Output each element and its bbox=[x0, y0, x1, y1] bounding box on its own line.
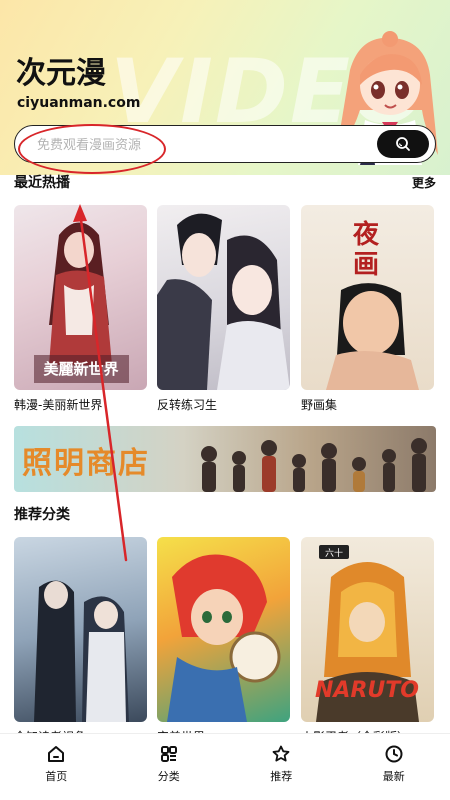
svg-text:NARUTO: NARUTO bbox=[315, 678, 419, 703]
cover-art bbox=[157, 213, 290, 390]
nav-label: 最新 bbox=[382, 770, 405, 783]
app-title: 次元漫 bbox=[16, 56, 106, 91]
cover-art: 六十 NARUTO bbox=[315, 545, 419, 722]
comic-title: 韩漫-美丽新世界 bbox=[14, 398, 103, 412]
comic-card[interactable]: 全知读者视角 bbox=[14, 537, 147, 745]
nav-item-latest[interactable]: 最新 bbox=[349, 734, 439, 800]
search-input[interactable] bbox=[37, 135, 357, 155]
more-link[interactable]: 更多 bbox=[412, 174, 436, 191]
nav-label: 分类 bbox=[157, 770, 180, 783]
comic-cover: 六十 NARUTO bbox=[301, 537, 434, 722]
nav-item-category[interactable]: 分类 bbox=[124, 734, 214, 800]
comic-cover bbox=[14, 537, 147, 722]
comic-card[interactable]: 夜 画 野画集 bbox=[301, 205, 434, 413]
section-title-recommend: 推荐分类 bbox=[14, 507, 70, 523]
cover-art: 夜 画 bbox=[326, 219, 419, 390]
nav-label: 推荐 bbox=[270, 770, 293, 783]
search-bar bbox=[14, 125, 436, 163]
home-icon bbox=[48, 746, 65, 762]
clock-icon bbox=[385, 745, 403, 763]
comic-cover bbox=[157, 205, 290, 390]
category-icon bbox=[160, 746, 177, 762]
comic-card[interactable]: 完美世界 bbox=[157, 537, 290, 745]
cover-art: 美麗新世界 bbox=[34, 222, 129, 383]
comic-cover bbox=[157, 537, 290, 722]
svg-text:六十: 六十 bbox=[325, 547, 343, 559]
comic-cover: 美麗新世界 bbox=[14, 205, 147, 390]
app-domain: ciyuanman.com bbox=[17, 95, 141, 111]
nav-item-recommend[interactable]: 推荐 bbox=[236, 734, 326, 800]
search-icon bbox=[396, 137, 410, 151]
comic-title: 野画集 bbox=[301, 398, 338, 412]
section-title-recent: 最近热播 bbox=[14, 175, 70, 191]
comic-card[interactable]: 反转练习生 bbox=[157, 205, 290, 413]
search-button[interactable] bbox=[377, 130, 429, 158]
comic-title: 反转练习生 bbox=[157, 398, 218, 412]
promo-banner[interactable]: 照明商店 bbox=[14, 426, 436, 492]
svg-text:画: 画 bbox=[353, 250, 379, 280]
cover-art bbox=[34, 580, 129, 722]
bottom-nav: 首页 分类 推荐 最新 bbox=[0, 733, 450, 800]
cover-art bbox=[167, 554, 281, 722]
banner-title: 照明商店 bbox=[22, 446, 150, 481]
nav-label: 首页 bbox=[45, 770, 68, 783]
nav-item-home[interactable]: 首页 bbox=[11, 734, 101, 800]
comic-card[interactable]: 美麗新世界 韩漫-美丽新世界 bbox=[14, 205, 147, 413]
star-icon bbox=[272, 745, 290, 762]
comic-cover: 夜 画 bbox=[301, 205, 434, 390]
svg-text:美麗新世界: 美麗新世界 bbox=[43, 360, 118, 378]
svg-text:夜: 夜 bbox=[352, 219, 380, 250]
comic-card[interactable]: 六十 NARUTO 火影忍者（全彩版） bbox=[301, 537, 434, 745]
